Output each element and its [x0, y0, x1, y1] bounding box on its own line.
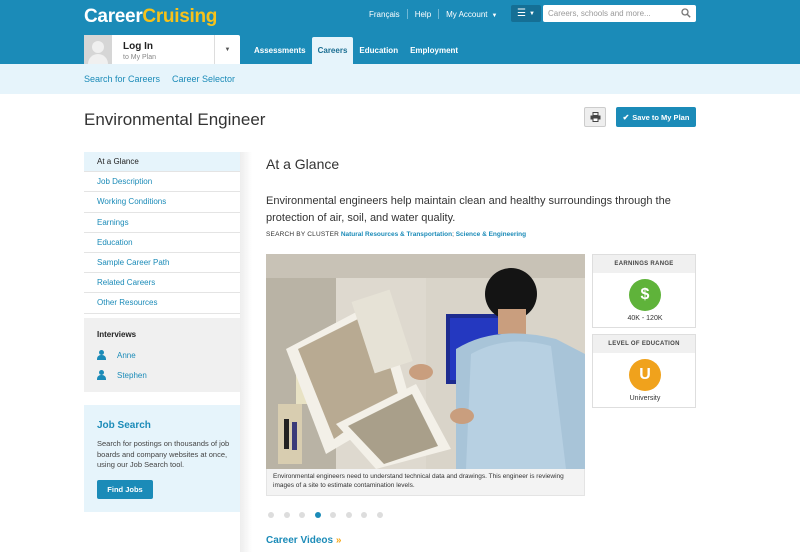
tab-assessments[interactable]: Assessments: [248, 37, 312, 64]
help-link[interactable]: Help: [415, 10, 431, 19]
interviews-panel: Interviews Anne Stephen: [84, 318, 240, 392]
career-videos-link[interactable]: Career Videos »: [266, 535, 341, 546]
cluster-line: SEARCH BY CLUSTER Natural Resources & Tr…: [266, 231, 527, 238]
cluster-link-natural-resources[interactable]: Natural Resources & Transportation: [341, 231, 452, 238]
language-link[interactable]: Français: [369, 10, 400, 19]
carousel-dot[interactable]: [268, 512, 274, 518]
job-search-text: Search for postings on thousands of job …: [97, 439, 230, 469]
print-button[interactable]: [584, 107, 606, 127]
carousel-dot[interactable]: [330, 512, 336, 518]
person-icon: [97, 370, 107, 380]
top-links: Français Help My Account ▼: [369, 9, 497, 19]
page-title: Environmental Engineer: [84, 110, 266, 129]
sidebar-item-sample-career-path[interactable]: Sample Career Path: [84, 252, 240, 274]
save-to-my-plan-button[interactable]: ✔ Save to My Plan: [616, 107, 696, 127]
career-description: Environmental engineers help maintain cl…: [266, 195, 671, 224]
carousel-dot[interactable]: [376, 512, 383, 518]
search-icon[interactable]: [681, 8, 691, 18]
education-level-card: LEVEL OF EDUCATION U University: [592, 334, 696, 408]
interviews-heading: Interviews: [97, 330, 137, 339]
cluster-link-science-engineering[interactable]: Science & Engineering: [456, 231, 526, 238]
list-view-button[interactable]: ☰ ▼: [511, 5, 541, 22]
sidebar-item-earnings[interactable]: Earnings: [84, 212, 240, 233]
earnings-value: 40K - 120K: [627, 315, 663, 322]
login-subtitle: to My Plan: [123, 54, 157, 61]
earnings-heading: EARNINGS RANGE: [593, 255, 695, 273]
interview-link-anne[interactable]: Anne: [97, 350, 136, 360]
sidebar-item-related-careers[interactable]: Related Careers: [84, 273, 240, 294]
divider: [406, 9, 408, 19]
list-icon: ☰: [517, 8, 526, 19]
career-selector-link[interactable]: Career Selector: [172, 74, 235, 84]
search-for-careers-link[interactable]: Search for Careers: [84, 74, 160, 84]
sidebar-item-job-description[interactable]: Job Description: [84, 172, 240, 193]
job-search-panel: Job Search Search for postings on thousa…: [84, 405, 240, 512]
chevron-down-icon[interactable]: ▼: [214, 35, 240, 64]
divider: [438, 9, 440, 19]
sidebar-item-working-conditions[interactable]: Working Conditions: [84, 192, 240, 213]
carousel-dot[interactable]: [345, 512, 352, 518]
carousel-dots: [268, 512, 392, 518]
main-nav: Assessments Careers Education Employment: [248, 37, 464, 64]
carousel-dot[interactable]: [299, 512, 305, 518]
career-cruising-logo[interactable]: CareerCruising: [84, 6, 217, 28]
section-heading: At a Glance: [266, 156, 340, 172]
sidebar-item-other-resources[interactable]: Other Resources: [84, 293, 240, 314]
sidebar-item-education[interactable]: Education: [84, 232, 240, 253]
earnings-range-card: EARNINGS RANGE $ 40K - 120K: [592, 254, 696, 328]
content-shadow: [240, 152, 252, 552]
university-icon: U: [629, 359, 661, 391]
education-heading: LEVEL OF EDUCATION: [593, 335, 695, 353]
avatar: [84, 35, 112, 64]
login-dropdown[interactable]: Log In to My Plan ▼: [84, 35, 240, 64]
engineer-photo: [266, 254, 585, 469]
search-input[interactable]: [548, 9, 678, 18]
find-jobs-button[interactable]: Find Jobs: [97, 480, 153, 499]
tab-careers[interactable]: Careers: [311, 37, 354, 64]
chevron-right-icon: »: [335, 535, 342, 546]
checkmark-icon: ✔: [622, 112, 630, 122]
login-title: Log In: [123, 41, 153, 52]
career-photo[interactable]: [266, 254, 585, 469]
search-box[interactable]: [543, 5, 696, 22]
dollar-icon: $: [629, 279, 661, 311]
interview-link-stephen[interactable]: Stephen: [97, 370, 147, 380]
cluster-label: SEARCH BY CLUSTER: [266, 231, 339, 238]
photo-caption: Environmental engineers need to understa…: [266, 469, 585, 496]
carousel-dot[interactable]: [283, 512, 290, 518]
sub-nav: Search for Careers Career Selector: [0, 64, 800, 94]
tab-education[interactable]: Education: [353, 37, 404, 64]
sidebar-nav: At a Glance Job Description Working Cond…: [84, 152, 240, 314]
education-value: University: [629, 395, 661, 402]
sidebar-item-at-a-glance[interactable]: At a Glance: [84, 152, 240, 173]
carousel-dot-active[interactable]: [314, 512, 321, 518]
chevron-down-icon: ▼: [529, 10, 535, 17]
tab-employment[interactable]: Employment: [404, 37, 464, 64]
person-icon: [97, 350, 107, 360]
my-account-link[interactable]: My Account ▼: [446, 10, 497, 19]
carousel-dot[interactable]: [361, 512, 367, 518]
printer-icon: [590, 112, 600, 122]
chevron-down-icon: ▼: [491, 12, 498, 19]
job-search-heading: Job Search: [97, 420, 151, 431]
login-text[interactable]: Log In to My Plan: [112, 35, 214, 64]
